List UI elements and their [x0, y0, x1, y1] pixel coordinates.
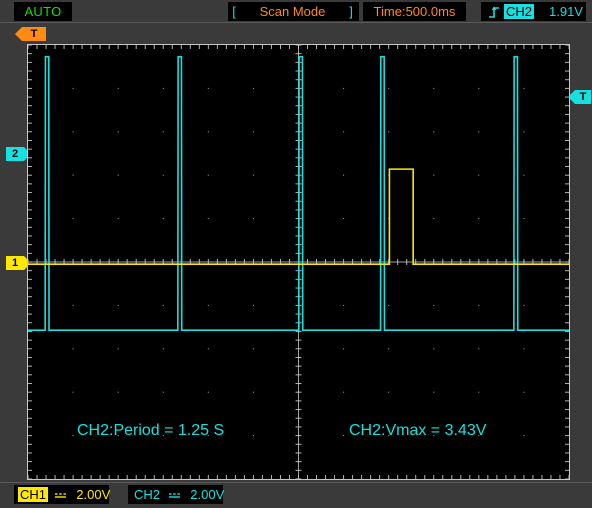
ch2-volts-per-div[interactable]: 2.00V [190, 485, 224, 504]
graticule-svg [28, 45, 569, 479]
trigger-level-marker[interactable]: T [568, 90, 591, 104]
trigger-position-marker[interactable]: T [15, 27, 46, 41]
channel-2-settings[interactable]: CH2 2.00V [128, 485, 224, 504]
trigger-source-badge[interactable]: CH2 [504, 4, 535, 19]
trigger-status-box[interactable]: CH2 1.91V [481, 2, 586, 21]
ch1-label[interactable]: CH1 [18, 487, 49, 502]
channel-1-settings[interactable]: CH1 2.00V [14, 485, 110, 504]
topbar-divider [0, 22, 592, 23]
ch1-ground-marker[interactable]: 1 [6, 256, 31, 270]
bracket-right-icon: ] [349, 4, 353, 19]
acquisition-mode-box[interactable]: [ Scan Mode] [228, 2, 359, 21]
ch2-trace [28, 55, 569, 331]
timebase-readout[interactable]: Time:500.0ms [363, 2, 466, 21]
dc-coupling-icon [54, 487, 68, 502]
ch2-ground-marker[interactable]: 2 [6, 147, 31, 161]
measurement-ch2-period[interactable]: CH2:Period = 1.25 S [77, 422, 224, 440]
bracket-left-icon: [ [232, 4, 236, 19]
bottom-status-bar: CH1 2.00V CH2 2.00V [0, 483, 592, 508]
rising-edge-icon [488, 5, 501, 18]
top-status-bar: AUTO [ Scan Mode] Time:500.0ms CH2 1.91V [0, 0, 592, 23]
ch1-volts-per-div[interactable]: 2.00V [76, 485, 110, 504]
measurement-ch2-vmax[interactable]: CH2:Vmax = 3.43V [349, 422, 486, 440]
waveform-graticule[interactable] [27, 44, 570, 480]
run-state-indicator[interactable]: AUTO [14, 2, 72, 21]
oscilloscope-screen: AUTO [Scan Mode] Time:500.0ms CH2 1.91V … [0, 0, 592, 508]
waveform-layer [28, 55, 569, 331]
trigger-level-readout[interactable]: 1.91V [549, 2, 583, 21]
ch2-label[interactable]: CH2 [132, 487, 162, 502]
dc-coupling-icon [168, 487, 182, 502]
acquisition-mode-label: Scan Mode [259, 4, 326, 19]
